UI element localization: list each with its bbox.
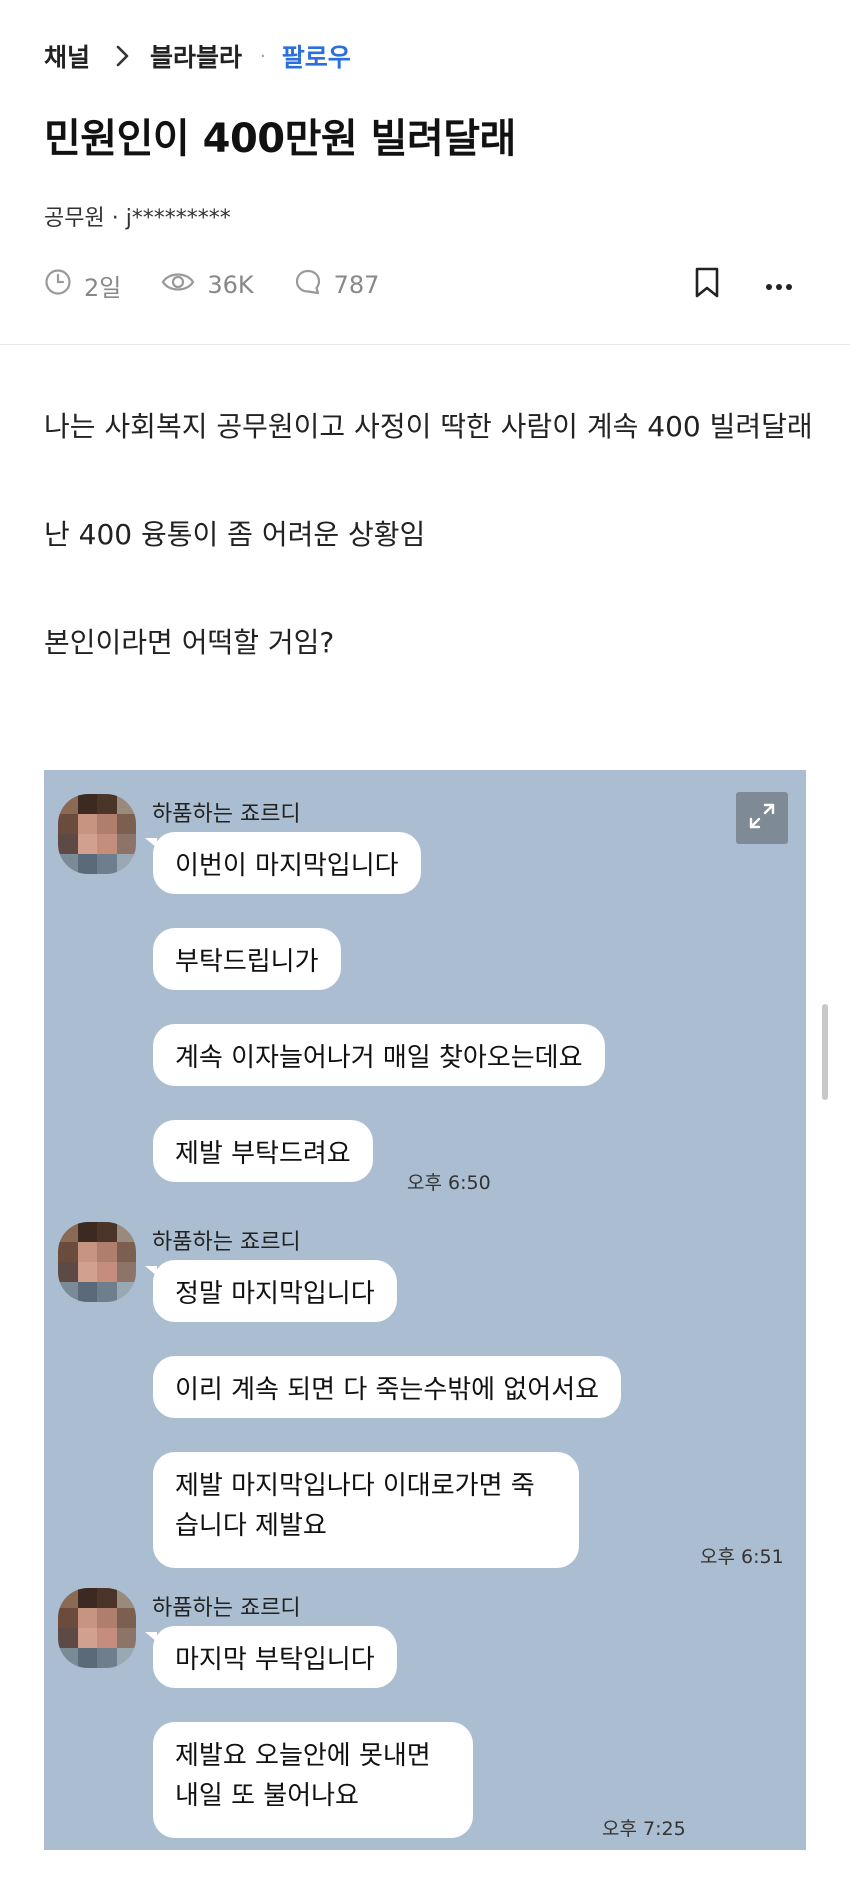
- more-icon: [765, 276, 793, 295]
- post-author[interactable]: 공무원 · j*********: [44, 200, 231, 232]
- body-paragraph: 본인이라면 어떡할 거임?: [44, 626, 335, 659]
- chat-bubble: 제발요 오늘안에 못내면 내일 또 불어나요: [153, 1722, 473, 1838]
- bookmark-button[interactable]: [688, 266, 726, 304]
- post-body: 나는 사회복지 공무원이고 사정이 딱한 사람이 계속 400 빌려달래 난 4…: [44, 400, 814, 670]
- message-timestamp: 오후 7:25: [602, 1818, 686, 1840]
- chat-bubble: 계속 이자늘어나거 매일 찾아오는데요: [153, 1024, 605, 1086]
- sender-name: 하품하는 죠르디: [152, 802, 301, 827]
- header-divider: [0, 344, 850, 345]
- avatar: [58, 1588, 136, 1668]
- more-button[interactable]: [760, 266, 798, 304]
- post-time-label: 2일: [84, 273, 122, 302]
- expand-icon: [746, 800, 778, 836]
- chat-screenshot-image[interactable]: 하품하는 죠르디 이번이 마지막입니다 부탁드립니가 계속 이자늘어나거 매일 …: [44, 770, 806, 1850]
- comment-icon: [294, 268, 334, 302]
- message-timestamp: 오후 6:50: [407, 1172, 491, 1194]
- chat-bubble: 마지막 부탁입니다: [145, 1626, 397, 1688]
- clock-icon: [44, 268, 84, 302]
- chat-bubble: 제발 부탁드려요: [153, 1120, 373, 1182]
- chevron-right-icon: [116, 45, 130, 67]
- chat-bubble: 제발 마지막입나다 이대로가면 죽습니다 제발요: [153, 1452, 579, 1568]
- follow-button[interactable]: 팔로우: [282, 38, 351, 74]
- avatar: [58, 794, 136, 874]
- chat-bubble: 부탁드립니가: [153, 928, 341, 990]
- expand-button[interactable]: [736, 792, 788, 844]
- sender-name: 하품하는 죠르디: [152, 1230, 301, 1255]
- breadcrumb: 채널 블라블라 · 팔로우: [44, 36, 351, 76]
- post-actions: [654, 266, 798, 304]
- breadcrumb-board[interactable]: 블라블라: [150, 38, 242, 74]
- avatar: [58, 1222, 136, 1302]
- body-paragraph: 난 400 융통이 좀 어려운 상황임: [44, 518, 426, 551]
- post-comments-count: 787: [333, 271, 380, 299]
- post-time: 2일: [44, 268, 121, 303]
- post-meta: 2일 36K 787: [44, 266, 419, 304]
- bookmark-icon: [694, 267, 720, 303]
- chat-bubble: 이번이 마지막입니다: [145, 832, 421, 894]
- post-views-count: 36K: [207, 271, 254, 299]
- breadcrumb-channel[interactable]: 채널: [44, 38, 90, 74]
- post-comments[interactable]: 787: [294, 268, 380, 302]
- post-views: 36K: [161, 270, 254, 300]
- chat-bubble: 정말 마지막입니다: [145, 1260, 397, 1322]
- scrollbar[interactable]: [822, 1004, 828, 1100]
- eye-icon: [161, 270, 207, 300]
- body-paragraph: 나는 사회복지 공무원이고 사정이 딱한 사람이 계속 400 빌려달래: [44, 410, 813, 443]
- post-title: 민원인이 400만원 빌려달래: [44, 116, 516, 162]
- chat-bubble: 이리 계속 되면 다 죽는수밖에 없어서요: [153, 1356, 622, 1418]
- message-timestamp: 오후 6:51: [700, 1546, 784, 1568]
- breadcrumb-separator: ·: [260, 45, 266, 67]
- sender-name: 하품하는 죠르디: [152, 1596, 301, 1621]
